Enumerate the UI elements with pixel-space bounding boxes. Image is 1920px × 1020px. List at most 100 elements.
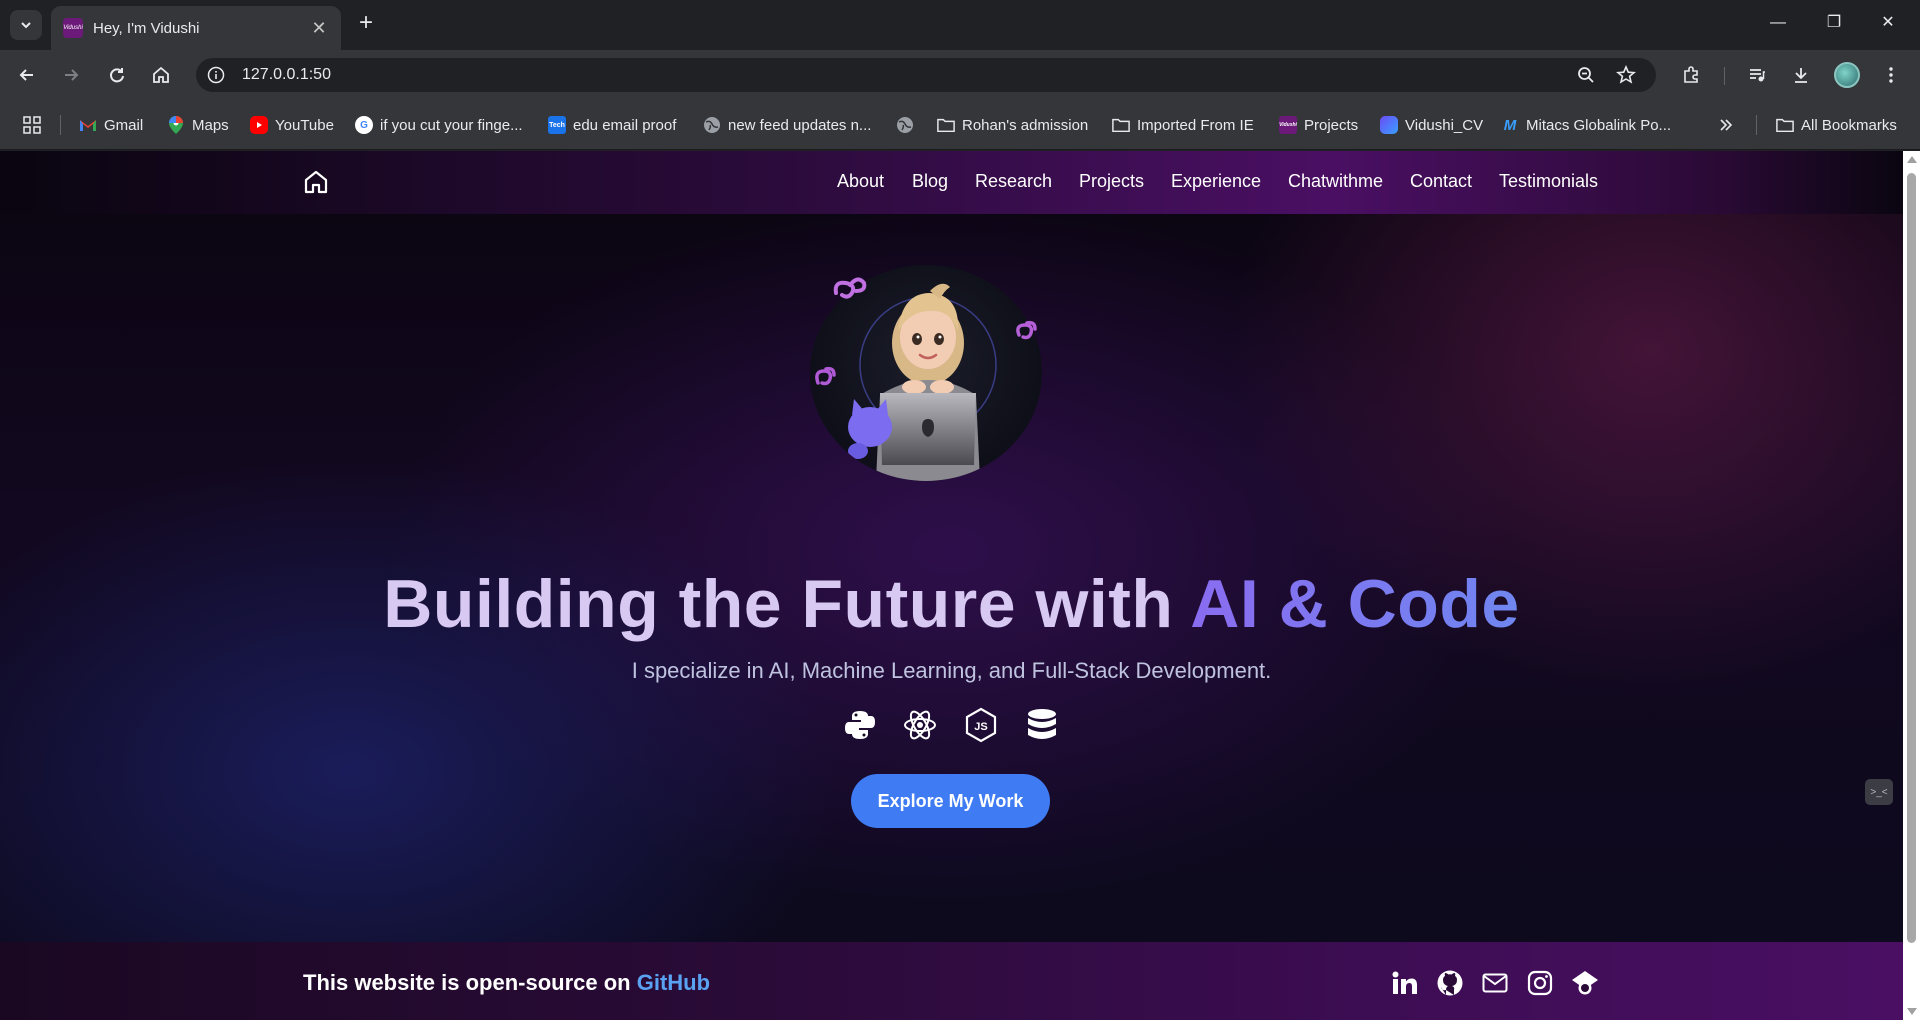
google-icon: G — [355, 116, 373, 134]
bookmark-separator — [60, 115, 61, 135]
home-button[interactable] — [148, 62, 174, 88]
bookmark-mitacs[interactable]: M Mitacs Globalink Po... — [1501, 113, 1671, 137]
instagram-icon[interactable] — [1526, 969, 1554, 997]
new-tab-button[interactable]: + — [352, 10, 380, 38]
back-button[interactable] — [14, 62, 40, 88]
footer-github-link[interactable]: GitHub — [637, 970, 710, 995]
home-icon — [153, 66, 169, 83]
profile-avatar[interactable] — [1834, 62, 1860, 88]
arrow-right-icon — [65, 69, 79, 81]
site-navbar: About Blog Research Projects Experience … — [0, 151, 1903, 214]
bookmark-star-icon[interactable] — [1614, 63, 1638, 87]
page-viewport: About Blog Research Projects Experience … — [0, 151, 1903, 1020]
bookmark-feed[interactable]: new feed updates n... — [703, 113, 871, 137]
cv-icon — [1380, 116, 1398, 134]
arrow-left-icon — [19, 69, 33, 81]
url-text[interactable]: 127.0.0.1:50 — [242, 66, 331, 84]
site-home-button[interactable] — [302, 168, 330, 196]
knot-icon — [1016, 320, 1037, 340]
menu-kebab-icon[interactable] — [1878, 62, 1904, 88]
hero-title-main: Building the Future with — [383, 566, 1191, 642]
bookmark-edu-email[interactable]: Tech edu email proof — [548, 113, 676, 137]
bookmark-finger[interactable]: G if you cut your finge... — [355, 113, 523, 137]
nav-about[interactable]: About — [837, 171, 884, 192]
home-icon — [304, 170, 328, 194]
toolbar-divider — [1724, 67, 1725, 85]
knot-icon — [833, 277, 867, 299]
bookmark-vidushi-cv[interactable]: Vidushi_CV — [1380, 113, 1483, 137]
scroll-up-arrow[interactable] — [1907, 156, 1917, 163]
globe-icon — [703, 116, 721, 134]
folder-icon — [1112, 116, 1130, 134]
apps-button[interactable] — [22, 113, 42, 137]
maps-icon — [167, 116, 185, 134]
footer-message: This website is open-source on — [303, 970, 637, 995]
python-icon — [842, 707, 878, 743]
more-bookmarks-button[interactable] — [1718, 113, 1734, 137]
browser-tab[interactable]: Vidushi Hey, I'm Vidushi ✕ — [51, 6, 341, 50]
nodejs-icon: JS — [963, 707, 999, 743]
mail-icon[interactable] — [1481, 969, 1509, 997]
skill-icons: JS — [842, 707, 1062, 747]
close-tab-icon[interactable]: ✕ — [309, 18, 329, 39]
bookmark-youtube[interactable]: YouTube — [250, 113, 334, 137]
nav-blog[interactable]: Blog — [912, 171, 948, 192]
profile-avatar-illustration — [808, 265, 1044, 485]
apps-grid-icon — [23, 116, 41, 134]
knot-icon — [815, 366, 836, 386]
tech-icon: Tech — [548, 116, 566, 134]
nav-chatwithme[interactable]: Chatwithme — [1288, 171, 1383, 192]
svg-text:JS: JS — [974, 721, 987, 733]
reload-icon — [110, 68, 124, 83]
github-icon[interactable] — [1436, 969, 1464, 997]
forward-button[interactable] — [58, 62, 84, 88]
bookmark-projects[interactable]: Vidushi Projects — [1279, 113, 1358, 137]
all-bookmarks-button[interactable]: All Bookmarks — [1776, 113, 1897, 137]
restore-button[interactable]: ❐ — [1814, 8, 1854, 38]
hero-title: Building the Future with AI & Code — [0, 565, 1903, 643]
gmail-icon — [79, 116, 97, 134]
site-footer: This website is open-source on GitHub — [0, 942, 1903, 1020]
reload-button[interactable] — [104, 62, 130, 88]
page-scrollbar[interactable] — [1903, 151, 1920, 1020]
bookmark-maps[interactable]: Maps — [167, 113, 229, 137]
minimize-button[interactable]: — — [1758, 8, 1798, 38]
vidushi-favicon: Vidushi — [1279, 116, 1297, 134]
nav-testimonials[interactable]: Testimonials — [1499, 171, 1598, 192]
bookmark-separator — [1756, 115, 1757, 135]
folder-icon — [937, 116, 955, 134]
bookmark-gmail[interactable]: Gmail — [79, 113, 143, 137]
scholar-icon[interactable] — [1571, 969, 1599, 997]
tab-search-button[interactable] — [10, 10, 42, 40]
tab-title: Hey, I'm Vidushi — [93, 19, 200, 37]
bookmark-rohan[interactable]: Rohan's admission — [937, 113, 1088, 137]
downloads-icon[interactable] — [1788, 62, 1814, 88]
chevron-double-right-icon — [1720, 119, 1733, 131]
globe-icon — [896, 116, 914, 134]
zoom-icon[interactable] — [1574, 63, 1598, 87]
folder-icon — [1776, 116, 1794, 134]
database-icon — [1024, 707, 1060, 743]
media-control-icon[interactable] — [1744, 62, 1770, 88]
hero-title-accent: AI & Code — [1190, 566, 1520, 642]
nav-experience[interactable]: Experience — [1171, 171, 1261, 192]
tab-strip: Vidushi Hey, I'm Vidushi ✕ + — ❐ ✕ — [0, 0, 1920, 50]
explore-work-button[interactable]: Explore My Work — [851, 774, 1050, 828]
chevron-down-icon — [21, 22, 31, 29]
linkedin-icon[interactable] — [1391, 969, 1419, 997]
extensions-icon[interactable] — [1678, 62, 1704, 88]
tab-favicon: Vidushi — [63, 18, 83, 38]
chat-widget-button[interactable]: >_< — [1865, 779, 1893, 805]
nav-projects[interactable]: Projects — [1079, 171, 1144, 192]
scrollbar-thumb[interactable] — [1907, 173, 1916, 943]
address-bar[interactable]: 127.0.0.1:50 — [196, 58, 1656, 92]
bookmark-globe[interactable] — [896, 113, 921, 137]
browser-toolbar: 127.0.0.1:50 — [0, 50, 1920, 100]
scroll-down-arrow[interactable] — [1907, 1008, 1917, 1015]
nav-research[interactable]: Research — [975, 171, 1052, 192]
youtube-icon — [250, 116, 268, 134]
close-window-button[interactable]: ✕ — [1868, 8, 1908, 38]
site-info-icon[interactable] — [204, 63, 228, 87]
nav-contact[interactable]: Contact — [1410, 171, 1472, 192]
bookmark-imported-ie[interactable]: Imported From IE — [1112, 113, 1254, 137]
